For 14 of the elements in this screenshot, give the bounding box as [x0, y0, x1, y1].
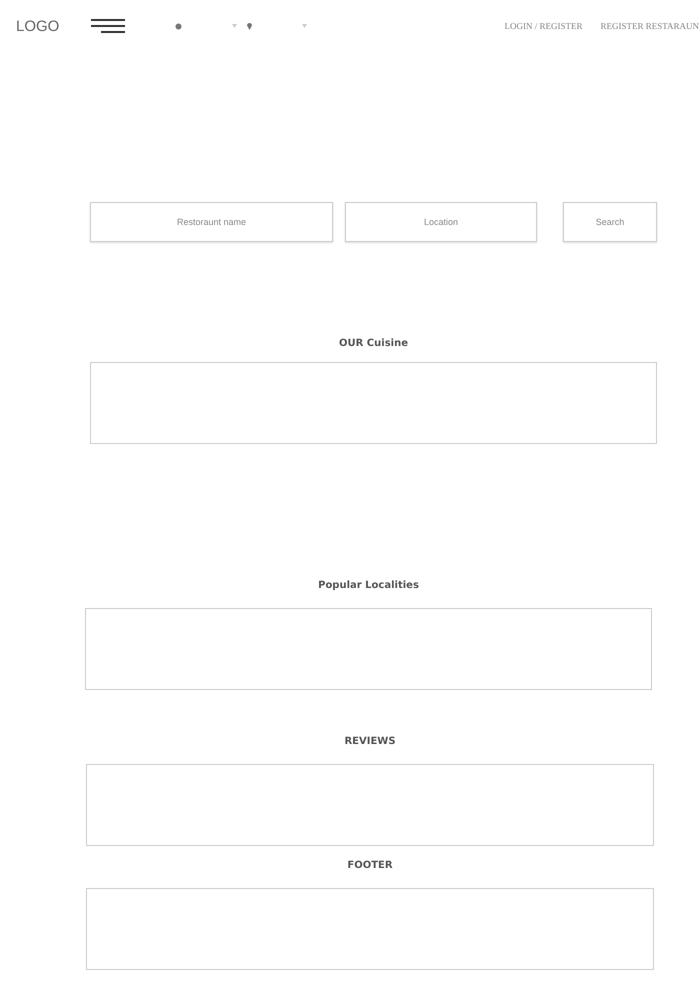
search-button[interactable]: Search: [563, 202, 657, 242]
search-field[interactable]: Location: [345, 202, 537, 242]
section-title: OUR Cuisine: [338, 338, 409, 349]
pin-icon: [247, 22, 252, 30]
section-title: REVIEWS: [343, 736, 397, 747]
menu-icon[interactable]: [91, 18, 126, 34]
section-title: Popular Localities: [317, 580, 420, 591]
nav-link[interactable]: REGISTER RESTARAUN: [600, 21, 699, 31]
caret-icon[interactable]: [302, 24, 308, 28]
section-title: FOOTER: [346, 860, 394, 871]
logo: LOGO: [16, 18, 60, 34]
nav-link[interactable]: LOGIN / REGISTER: [504, 21, 582, 31]
caret-icon[interactable]: [232, 24, 238, 28]
search-field[interactable]: Restoraunt name: [90, 202, 333, 242]
